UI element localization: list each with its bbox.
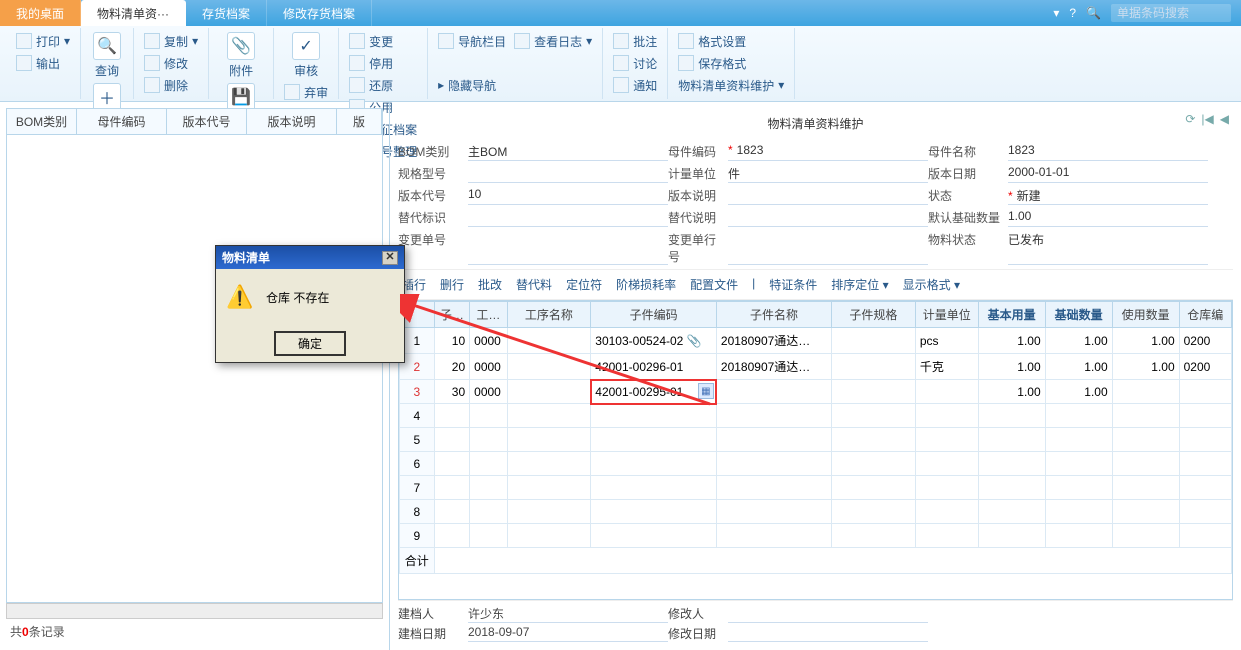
tab-inventory[interactable]: 存货档案: [186, 0, 267, 26]
left-footer: 共0条记录: [6, 619, 383, 644]
prev-icon[interactable]: ◀: [1220, 112, 1229, 126]
top-tabbar: 我的桌面 物料清单资··· 存货档案 修改存货档案 ▾ ? 🔍: [0, 0, 1241, 26]
modifier-field: [728, 605, 928, 623]
ver-desc-field[interactable]: [728, 187, 928, 205]
batch-audit-button[interactable]: 批注: [609, 30, 661, 52]
navbar-button[interactable]: 导航栏目: [434, 30, 510, 52]
page-title: 物料清单资料维护 ⟳ |◀ ◀: [398, 106, 1233, 139]
left-col-extra[interactable]: 版: [337, 109, 382, 134]
bom-type-field[interactable]: 主BOM: [468, 143, 668, 161]
table-row[interactable]: 4: [400, 404, 1232, 428]
left-col-parent-code[interactable]: 母件编码: [77, 109, 167, 134]
table-row[interactable]: 5: [400, 428, 1232, 452]
table-row[interactable]: 330000042001-00295-01▦1.001.00: [400, 380, 1232, 404]
alt-desc-field[interactable]: [728, 209, 928, 227]
spec-field[interactable]: [468, 165, 668, 183]
close-icon[interactable]: ✕: [382, 251, 398, 265]
action-insert[interactable]: 插行: [402, 276, 426, 293]
footer-meta: 建档人许少东 修改人 建档日期2018-09-07 修改日期: [398, 600, 1233, 646]
output-button[interactable]: 输出: [12, 52, 74, 74]
first-icon[interactable]: |◀: [1201, 112, 1213, 126]
ver-date-field[interactable]: 2000-01-01: [1008, 165, 1208, 183]
creator-field: 许少东: [468, 605, 668, 623]
action-config[interactable]: 配置文件: [690, 276, 738, 293]
action-step[interactable]: 阶梯损耗率: [616, 276, 676, 293]
chg-line-field[interactable]: [728, 231, 928, 265]
table-row[interactable]: 6: [400, 452, 1232, 476]
action-sort[interactable]: 排序定位 ▾: [831, 276, 888, 293]
dialog-title: 物料清单: [222, 249, 270, 266]
abandon-audit-button[interactable]: 弃审: [280, 81, 332, 103]
left-col-bom-type[interactable]: BOM类别: [7, 109, 77, 134]
delete-button[interactable]: 删除: [140, 74, 202, 96]
unit-field: 件: [728, 165, 928, 183]
disable-button[interactable]: 停用: [345, 52, 421, 74]
change-button[interactable]: 变更: [345, 30, 421, 52]
query-button[interactable]: 🔍查询: [87, 30, 127, 81]
left-col-version-desc[interactable]: 版本说明: [247, 109, 337, 134]
dropdown-icon[interactable]: ▾: [1053, 6, 1059, 20]
action-batch[interactable]: 批改: [478, 276, 502, 293]
ribbon: 打印 ▾ 输出 🔍查询 ＋增加 复制 ▾ 修改 删除 📎附件 💾保存 放弃 ✓审…: [0, 26, 1241, 102]
left-panel: BOM类别 母件编码 版本代号 版本说明 版 共0条记录: [0, 102, 390, 650]
save-format-button[interactable]: 保存格式: [674, 52, 788, 74]
tab-bom[interactable]: 物料清单资···: [81, 0, 186, 26]
data-table: 子… 工… 工序名称 子件编码 子件名称 子件规格 计量单位 基本用量 基础数量…: [398, 300, 1233, 600]
print-button[interactable]: 打印 ▾: [12, 30, 74, 52]
chg-no-field[interactable]: [468, 231, 668, 265]
refresh-icon[interactable]: ⟳: [1185, 112, 1195, 126]
restore-button[interactable]: 还原: [345, 74, 421, 96]
left-grid-body: [6, 135, 383, 603]
view-log-button[interactable]: 查看日志 ▾: [510, 30, 596, 52]
left-col-version[interactable]: 版本代号: [167, 109, 247, 134]
tab-modify-inventory[interactable]: 修改存货档案: [267, 0, 372, 26]
table-actionbar: 插行 删行 批改 替代料 定位符 阶梯损耗率 配置文件 | 特证条件 排序定位 …: [398, 269, 1233, 300]
search-icon[interactable]: 🔍: [1086, 6, 1101, 20]
cdate-field: 2018-09-07: [468, 625, 668, 642]
table-row[interactable]: 9: [400, 524, 1232, 548]
status-field: *新建: [1008, 187, 1208, 205]
action-display[interactable]: 显示格式 ▾: [903, 276, 960, 293]
alt-flag-field[interactable]: [468, 209, 668, 227]
ver-code-field[interactable]: 10: [468, 187, 668, 205]
parent-code-field[interactable]: *1823: [728, 143, 928, 161]
ok-button[interactable]: 确定: [274, 331, 346, 356]
help-icon[interactable]: ?: [1069, 6, 1076, 20]
left-grid-header: BOM类别 母件编码 版本代号 版本说明 版: [6, 108, 383, 135]
search-input[interactable]: [1111, 4, 1231, 22]
action-alt[interactable]: 替代料: [516, 276, 552, 293]
left-scrollbar[interactable]: [6, 603, 383, 619]
header-form: BOM类别主BOM 母件编码*1823 母件名称1823 规格型号 计量单位件 …: [398, 139, 1233, 269]
discuss-button[interactable]: 讨论: [609, 52, 661, 74]
attach-button[interactable]: 📎附件: [215, 30, 267, 81]
table-row[interactable]: 7: [400, 476, 1232, 500]
audit-button[interactable]: ✓审核: [280, 30, 332, 81]
dialog-message: 仓库 不存在: [266, 289, 329, 306]
right-panel: 物料清单资料维护 ⟳ |◀ ◀ BOM类别主BOM 母件编码*1823 母件名称…: [390, 102, 1241, 650]
bom-maint-button[interactable]: 物料清单资料维护 ▾: [674, 74, 788, 96]
copy-button[interactable]: 复制 ▾: [140, 30, 202, 52]
table-row[interactable]: 220000042001-00296-0120180907通达…千克1.001.…: [400, 354, 1232, 380]
sum-row: 合计: [400, 548, 435, 574]
tab-desktop[interactable]: 我的桌面: [0, 0, 81, 26]
mat-status-field: 已发布: [1008, 231, 1208, 265]
action-locator[interactable]: 定位符: [566, 276, 602, 293]
table-header: 子… 工… 工序名称 子件编码 子件名称 子件规格 计量单位 基本用量 基础数量…: [400, 302, 1232, 328]
table-row[interactable]: 8: [400, 500, 1232, 524]
warning-icon: ⚠️: [226, 283, 254, 311]
action-feature[interactable]: 特证条件: [769, 276, 817, 293]
mdate-field: [728, 625, 928, 642]
notify-button[interactable]: 通知: [609, 74, 661, 96]
action-delete[interactable]: 删行: [440, 276, 464, 293]
picker-icon[interactable]: ▦: [698, 383, 714, 399]
format-set-button[interactable]: 格式设置: [674, 30, 788, 52]
parent-name-field: 1823: [1008, 143, 1208, 161]
modify-button[interactable]: 修改: [140, 52, 202, 74]
def-qty-field[interactable]: 1.00: [1008, 209, 1208, 227]
table-row[interactable]: 110000030103-00524-02 📎20180907通达…pcs1.0…: [400, 328, 1232, 354]
warning-dialog: 物料清单 ✕ ⚠️ 仓库 不存在 确定: [215, 245, 405, 363]
hide-nav-button[interactable]: ▸ 隐藏导航: [434, 74, 596, 96]
